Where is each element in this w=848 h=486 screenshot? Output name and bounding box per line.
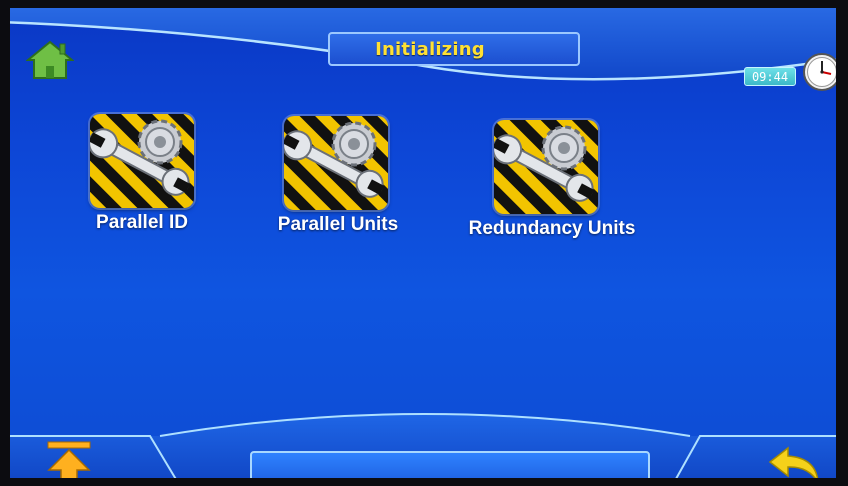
bezel-right xyxy=(836,0,848,486)
bezel-left xyxy=(0,0,10,486)
device-screen: Initializing 09:44 Parallel ID Parallel … xyxy=(0,0,848,486)
app-parallel-units[interactable]: Parallel Units xyxy=(278,116,398,235)
app-redundancy-units[interactable]: Redundancy Units xyxy=(469,120,635,239)
wrench-gear-icon xyxy=(90,114,194,208)
home-button[interactable] xyxy=(25,38,75,80)
app-label: Parallel Units xyxy=(277,214,399,235)
bezel-bottom xyxy=(0,478,848,486)
wrench-gear-icon xyxy=(494,120,598,214)
wrench-gear-icon xyxy=(284,116,388,210)
bezel-top xyxy=(0,0,848,8)
app-label: Parallel ID xyxy=(96,212,188,233)
app-parallel-id[interactable]: Parallel ID xyxy=(90,114,194,233)
page-title: Initializing xyxy=(375,38,485,60)
home-icon xyxy=(25,40,75,79)
time-display: 09:44 xyxy=(744,67,796,86)
app-label: Redundancy Units xyxy=(468,218,636,239)
page-title-box: Initializing xyxy=(328,32,580,66)
